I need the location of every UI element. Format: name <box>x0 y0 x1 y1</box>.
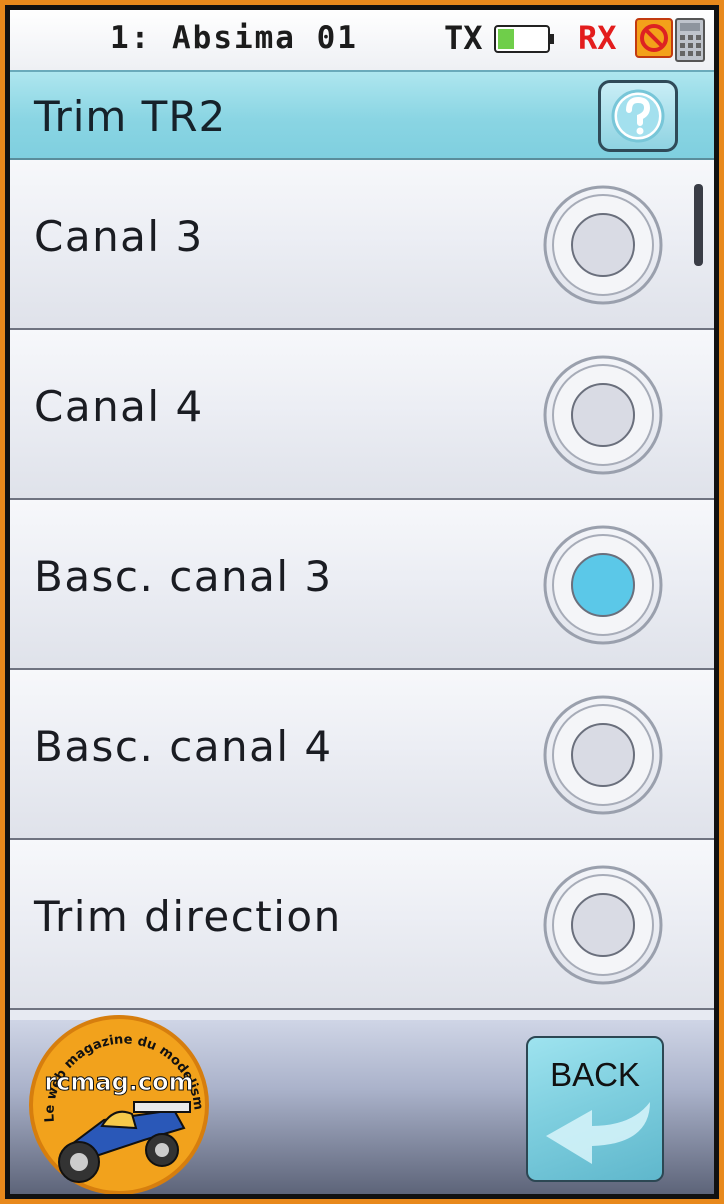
radio-button[interactable] <box>540 182 666 308</box>
question-mark-icon <box>611 89 665 143</box>
option-label: Basc. canal 4 <box>34 722 333 771</box>
radio-button[interactable] <box>540 692 666 818</box>
return-arrow-icon <box>546 1102 650 1164</box>
option-row[interactable]: Basc. canal 3 <box>10 500 714 670</box>
option-row[interactable]: Trim direction <box>10 840 714 1010</box>
model-name: 1: Absima 01 <box>110 20 358 56</box>
svg-text:rcmag.com: rcmag.com <box>44 1068 193 1096</box>
option-row[interactable]: Canal 3 <box>10 160 714 330</box>
radio-button[interactable] <box>540 862 666 988</box>
rcmag-logo: Le web magazine du modelisme rcmag.com <box>24 1010 209 1194</box>
radio-button[interactable] <box>540 352 666 478</box>
option-label: Canal 3 <box>34 212 204 261</box>
option-label: Basc. canal 3 <box>34 552 333 601</box>
battery-icon <box>494 25 554 53</box>
option-row[interactable]: Basc. canal 4 <box>10 670 714 840</box>
option-row[interactable]: Canal 4 <box>10 330 714 500</box>
option-label: Canal 4 <box>34 382 204 431</box>
tx-label: TX <box>444 19 483 57</box>
title-bar: Trim TR2 <box>10 70 714 160</box>
help-button[interactable] <box>598 80 678 152</box>
option-list: Canal 3 Canal 4 Basc. canal 3 Basc. canal 4… <box>10 160 714 1010</box>
back-button[interactable]: BACK <box>526 1036 664 1182</box>
status-bar: 1: Absima 01 TX RX <box>10 10 714 70</box>
back-label: BACK <box>550 1056 640 1093</box>
rx-label: RX <box>578 19 617 57</box>
page-title: Trim TR2 <box>34 92 227 141</box>
no-signal-icon <box>635 18 673 58</box>
scrollbar[interactable] <box>694 184 703 266</box>
radio-button-selected[interactable] <box>540 522 666 648</box>
calculator-icon <box>675 18 705 62</box>
device-screen: 1: Absima 01 TX RX Trim TR2 Canal 3 Cana… <box>10 10 714 1194</box>
option-label: Trim direction <box>34 892 342 941</box>
